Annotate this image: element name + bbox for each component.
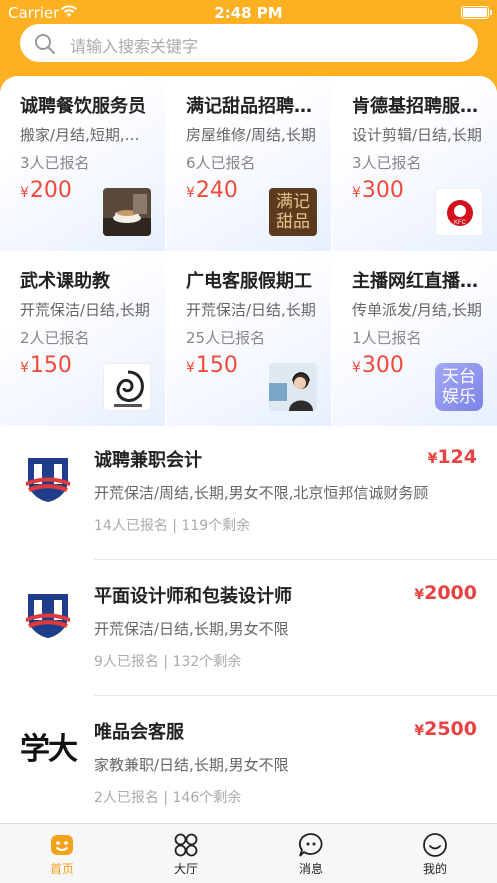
svg-text:KFC: KFC: [454, 220, 467, 226]
job-title: 肯德基招聘服务员: [352, 96, 492, 117]
job-price: ¥150: [20, 353, 72, 378]
job-card[interactable]: 主播网红直播助理 传单派发/月结,长期 1人已报名 ¥300 天台娱乐: [332, 251, 497, 426]
job-card[interactable]: 诚聘餐饮服务员 搬家/月结,短期,男女不限 3人已报名 ¥200: [0, 76, 165, 251]
job-title: 武术课助教: [20, 271, 110, 292]
dragon-logo: [103, 363, 151, 411]
job-desc: 开荒保洁/日结,长期,男女不限: [94, 620, 289, 638]
job-card[interactable]: 肯德基招聘服务员 设计剪辑/日结,长期 3人已报名 ¥300 KFC: [332, 76, 497, 251]
list-item[interactable]: 诚聘兼职会计 ¥124 开荒保洁/周结,长期,男女不限,北京恒邦信诚财务顾 14…: [0, 424, 497, 560]
job-desc: 搬家/月结,短期,男女不限: [20, 126, 150, 144]
xueda-logo: 学大: [20, 732, 78, 767]
job-price: ¥2000: [414, 582, 477, 604]
kfc-logo: KFC: [435, 188, 483, 236]
job-stats: 14人已报名 | 119个剩余: [94, 518, 251, 534]
tab-label: 大厅: [173, 862, 198, 876]
search-input[interactable]: 请输入搜索关键字: [20, 24, 478, 62]
profile-icon: [422, 832, 448, 858]
job-price: ¥2500: [414, 718, 477, 740]
job-desc: 开荒保洁/周结,长期,男女不限,北京恒邦信诚财务顾: [94, 484, 429, 502]
home-icon: [49, 832, 75, 858]
shield-logo: [20, 452, 76, 504]
headset-photo: [269, 363, 317, 411]
job-desc: 开荒保洁/日结,长期: [186, 301, 316, 319]
signup-count: 3人已报名: [352, 154, 422, 172]
tab-label: 首页: [49, 862, 74, 876]
tab-label: 我的: [422, 862, 447, 876]
featured-jobs-grid: 诚聘餐饮服务员 搬家/月结,短期,男女不限 3人已报名 ¥200 满记甜品招聘店…: [0, 76, 497, 426]
tab-bar: 首页 大厅 消息 我的: [0, 823, 497, 883]
job-price: ¥240: [186, 178, 238, 203]
search-placeholder: 请输入搜索关键字: [70, 37, 199, 56]
job-list: 诚聘兼职会计 ¥124 开荒保洁/周结,长期,男女不限,北京恒邦信诚财务顾 14…: [0, 424, 497, 832]
job-card[interactable]: 广电客服假期工 开荒保洁/日结,长期 25人已报名 ¥150: [166, 251, 331, 426]
job-price: ¥200: [20, 178, 72, 203]
clock: 2:48 PM: [214, 4, 283, 22]
signup-count: 6人已报名: [186, 154, 256, 172]
job-desc: 房屋维修/周结,长期: [186, 126, 316, 144]
list-item[interactable]: 平面设计师和包装设计师 ¥2000 开荒保洁/日结,长期,男女不限 9人已报名 …: [0, 560, 497, 696]
job-price: ¥124: [427, 446, 477, 468]
job-title: 唯品会客服: [94, 722, 184, 743]
job-stats: 2人已报名 | 146个剩余: [94, 790, 242, 806]
job-title: 广电客服假期工: [186, 271, 312, 292]
job-title: 诚聘餐饮服务员: [20, 96, 146, 117]
job-card[interactable]: 武术课助教 开荒保洁/日结,长期 2人已报名 ¥150: [0, 251, 165, 426]
job-title: 诚聘兼职会计: [94, 450, 202, 471]
grid-icon: [173, 832, 199, 858]
job-desc: 家教兼职/日结,长期,男女不限: [94, 756, 289, 774]
signup-count: 1人已报名: [352, 329, 422, 347]
signup-count: 3人已报名: [20, 154, 90, 172]
shield-logo: [20, 588, 76, 640]
tab-home[interactable]: 首页: [22, 832, 102, 877]
tiantai-logo: 天台娱乐: [435, 363, 483, 411]
battery-icon: [461, 6, 492, 19]
job-title: 主播网红直播助理: [352, 271, 492, 292]
list-item[interactable]: 学大 唯品会客服 ¥2500 家教兼职/日结,长期,男女不限 2人已报名 | 1…: [0, 696, 497, 832]
job-title: 满记甜品招聘店员: [186, 96, 326, 117]
tab-label: 消息: [298, 862, 323, 876]
tab-profile[interactable]: 我的: [395, 832, 475, 877]
job-card[interactable]: 满记甜品招聘店员 房屋维修/周结,长期 6人已报名 ¥240 满记甜品: [166, 76, 331, 251]
status-bar: Carrier 2:48 PM: [0, 0, 497, 26]
job-stats: 9人已报名 | 132个剩余: [94, 654, 242, 670]
tab-messages[interactable]: 消息: [271, 832, 351, 877]
signup-count: 25人已报名: [186, 329, 266, 347]
coffee-photo: [103, 188, 151, 236]
chat-icon: [298, 832, 324, 858]
job-desc: 设计剪辑/日结,长期: [352, 126, 482, 144]
search-icon: [34, 33, 56, 59]
job-title: 平面设计师和包装设计师: [94, 586, 292, 607]
tab-hall[interactable]: 大厅: [146, 832, 226, 877]
job-desc: 开荒保洁/日结,长期: [20, 301, 150, 319]
manji-logo: 满记甜品: [269, 188, 317, 236]
job-price: ¥300: [352, 353, 404, 378]
job-desc: 传单派发/月结,长期: [352, 301, 482, 319]
job-price: ¥300: [352, 178, 404, 203]
signup-count: 2人已报名: [20, 329, 90, 347]
job-price: ¥150: [186, 353, 238, 378]
